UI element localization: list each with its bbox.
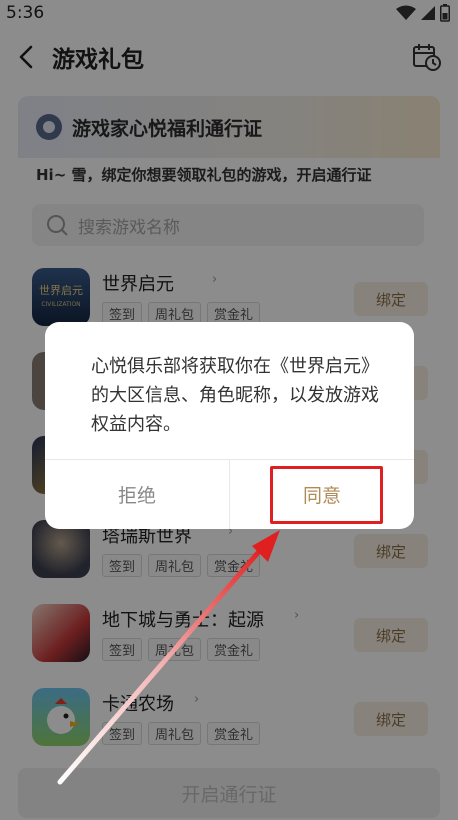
annotation-arrow-icon xyxy=(57,530,280,785)
